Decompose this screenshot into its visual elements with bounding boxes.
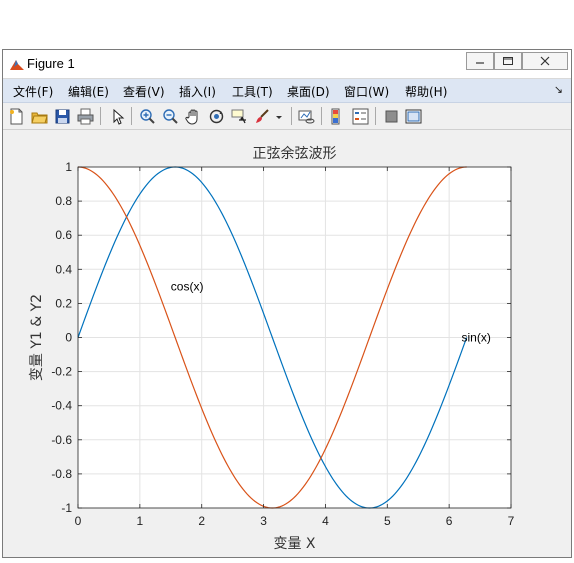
y-tick-label: -0.6 xyxy=(51,433,72,447)
menu-window[interactable]: 窗口(W) xyxy=(344,83,389,100)
toolbar-separator xyxy=(321,107,322,125)
data-cursor-icon[interactable] xyxy=(229,106,249,126)
y-tick-label: 0 xyxy=(65,331,72,345)
brush-dropdown-icon[interactable] xyxy=(273,106,285,126)
y-tick-label: 0.2 xyxy=(55,296,72,310)
x-tick-label: 7 xyxy=(508,514,515,528)
y-tick-label: -0.2 xyxy=(51,365,72,379)
x-tick-label: 1 xyxy=(137,514,144,528)
chart-title: 正弦余弦波形 xyxy=(253,145,337,162)
toolbar-separator xyxy=(100,107,101,125)
menu-bar: 文件(F) 编辑(E) 查看(V) 插入(I) 工具(T) 桌面(D) 窗口(W… xyxy=(3,79,571,103)
x-tick-label: 3 xyxy=(260,514,267,528)
x-tick-label: 4 xyxy=(322,514,329,528)
y-tick-label: 1 xyxy=(65,160,72,174)
x-axis-label: 变量 X xyxy=(273,536,315,552)
menu-help[interactable]: 帮助(H) xyxy=(405,83,447,100)
menu-edit[interactable]: 编辑(E) xyxy=(68,83,109,100)
x-tick-label: 6 xyxy=(446,514,453,528)
annotation-label: cos(x) xyxy=(171,279,204,293)
y-tick-label: 0.4 xyxy=(55,262,72,276)
menu-view[interactable]: 查看(V) xyxy=(123,83,165,100)
save-icon[interactable] xyxy=(52,106,72,126)
toolbar xyxy=(3,103,571,130)
show-plot-tools-icon[interactable] xyxy=(403,106,423,126)
figure-canvas: 0 1 2 3 4 5 6 7 1 0.8 0.6 0.4 0.2 0 -0.2 -0.4 -0.6 -0.8 -1… xyxy=(3,130,571,557)
insert-colorbar-icon[interactable] xyxy=(327,106,347,126)
toolbar-separator xyxy=(291,107,292,125)
y-tick-label: 0.8 xyxy=(55,194,72,208)
zoom-out-icon[interactable] xyxy=(160,106,180,126)
line-chart: 0 1 2 3 4 5 6 7 1 0.8 0.6 0.4 0.2 0 -0.2 -0.4 -0.6 -0.8 -1… xyxy=(29,145,515,552)
y-tick-label: -0.4 xyxy=(51,399,72,413)
rotate-3d-icon[interactable] xyxy=(206,106,226,126)
matlab-logo-icon xyxy=(9,57,25,71)
maximize-button[interactable] xyxy=(494,52,522,70)
pan-hand-icon[interactable] xyxy=(183,106,203,126)
toolbar-separator xyxy=(131,107,132,125)
pointer-icon[interactable] xyxy=(107,106,127,126)
y-axis-label: 变量 Y1 & Y2 xyxy=(29,294,45,381)
window-title: Figure 1 xyxy=(27,56,75,71)
link-plot-icon[interactable] xyxy=(296,106,316,126)
menu-insert[interactable]: 插入(I) xyxy=(179,83,216,100)
close-icon xyxy=(540,56,550,66)
minimize-button[interactable] xyxy=(466,52,494,70)
maximize-icon xyxy=(503,57,513,65)
minimize-icon xyxy=(476,62,484,64)
print-icon[interactable] xyxy=(75,106,95,126)
x-tick-label: 5 xyxy=(384,514,391,528)
new-figure-icon[interactable] xyxy=(6,106,26,126)
annotation-label: sin(x) xyxy=(462,331,491,345)
title-bar: Figure 1 xyxy=(3,50,571,79)
toolbar-separator xyxy=(375,107,376,125)
y-tick-label: 0.6 xyxy=(55,228,72,242)
y-tick-label: -1 xyxy=(61,501,72,515)
hide-plot-tools-icon[interactable] xyxy=(381,106,401,126)
menu-file[interactable]: 文件(F) xyxy=(13,83,53,100)
brush-icon[interactable] xyxy=(252,106,272,126)
y-tick-label: -0.8 xyxy=(51,467,72,481)
menu-tools[interactable]: 工具(T) xyxy=(232,83,273,100)
figure-window: Figure 1 文件(F) 编辑(E) 查看(V) 插入(I) 工具(T) 桌… xyxy=(2,49,572,558)
menu-desktop[interactable]: 桌面(D) xyxy=(287,83,330,100)
dock-arrow-icon[interactable]: ↘ xyxy=(554,83,563,96)
x-tick-label: 0 xyxy=(75,514,82,528)
open-file-icon[interactable] xyxy=(29,106,49,126)
x-tick-label: 2 xyxy=(198,514,205,528)
insert-legend-icon[interactable] xyxy=(350,106,370,126)
zoom-in-icon[interactable] xyxy=(137,106,157,126)
close-button[interactable] xyxy=(522,52,568,70)
